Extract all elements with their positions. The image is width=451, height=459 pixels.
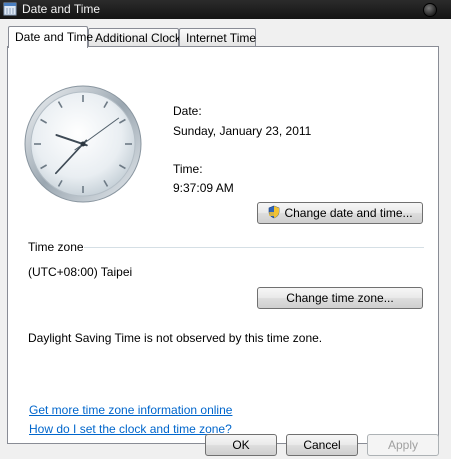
dst-note: Daylight Saving Time is not observed by …	[28, 331, 323, 345]
how-to-set-clock-link[interactable]: How do I set the clock and time zone?	[29, 422, 232, 436]
tab-panel: Date: Sunday, January 23, 2011 Time: 9:3…	[7, 46, 439, 444]
close-icon[interactable]	[423, 3, 437, 17]
uac-shield-icon	[269, 206, 280, 219]
window-title: Date and Time	[22, 2, 101, 16]
time-value: 9:37:09 AM	[173, 181, 234, 195]
tab-additional-clocks[interactable]: Additional Clocks	[88, 28, 187, 46]
dialog-window: Date and Time Additional Clocks Internet…	[0, 19, 451, 459]
tab-date-and-time[interactable]: Date and Time	[8, 26, 93, 48]
change-date-time-label: Change date and time...	[284, 206, 413, 220]
analog-clock	[24, 85, 142, 203]
change-time-zone-button[interactable]: Change time zone...	[257, 287, 423, 309]
date-label: Date:	[173, 104, 202, 118]
ok-button[interactable]: OK	[205, 434, 277, 456]
tab-internet-time[interactable]: Internet Time	[179, 28, 256, 46]
date-time-icon	[3, 2, 17, 16]
apply-button[interactable]: Apply	[367, 434, 439, 456]
date-value: Sunday, January 23, 2011	[173, 124, 312, 138]
time-zone-value: (UTC+08:00) Taipei	[28, 265, 133, 279]
time-zone-heading: Time zone	[28, 240, 84, 254]
title-bar[interactable]: Date and Time	[0, 0, 451, 19]
change-date-time-button[interactable]: Change date and time...	[257, 202, 423, 224]
time-zone-divider	[84, 247, 424, 248]
more-time-zone-info-link[interactable]: Get more time zone information online	[29, 403, 232, 417]
clock-center	[80, 141, 86, 147]
time-label: Time:	[173, 162, 203, 176]
cancel-button[interactable]: Cancel	[286, 434, 358, 456]
